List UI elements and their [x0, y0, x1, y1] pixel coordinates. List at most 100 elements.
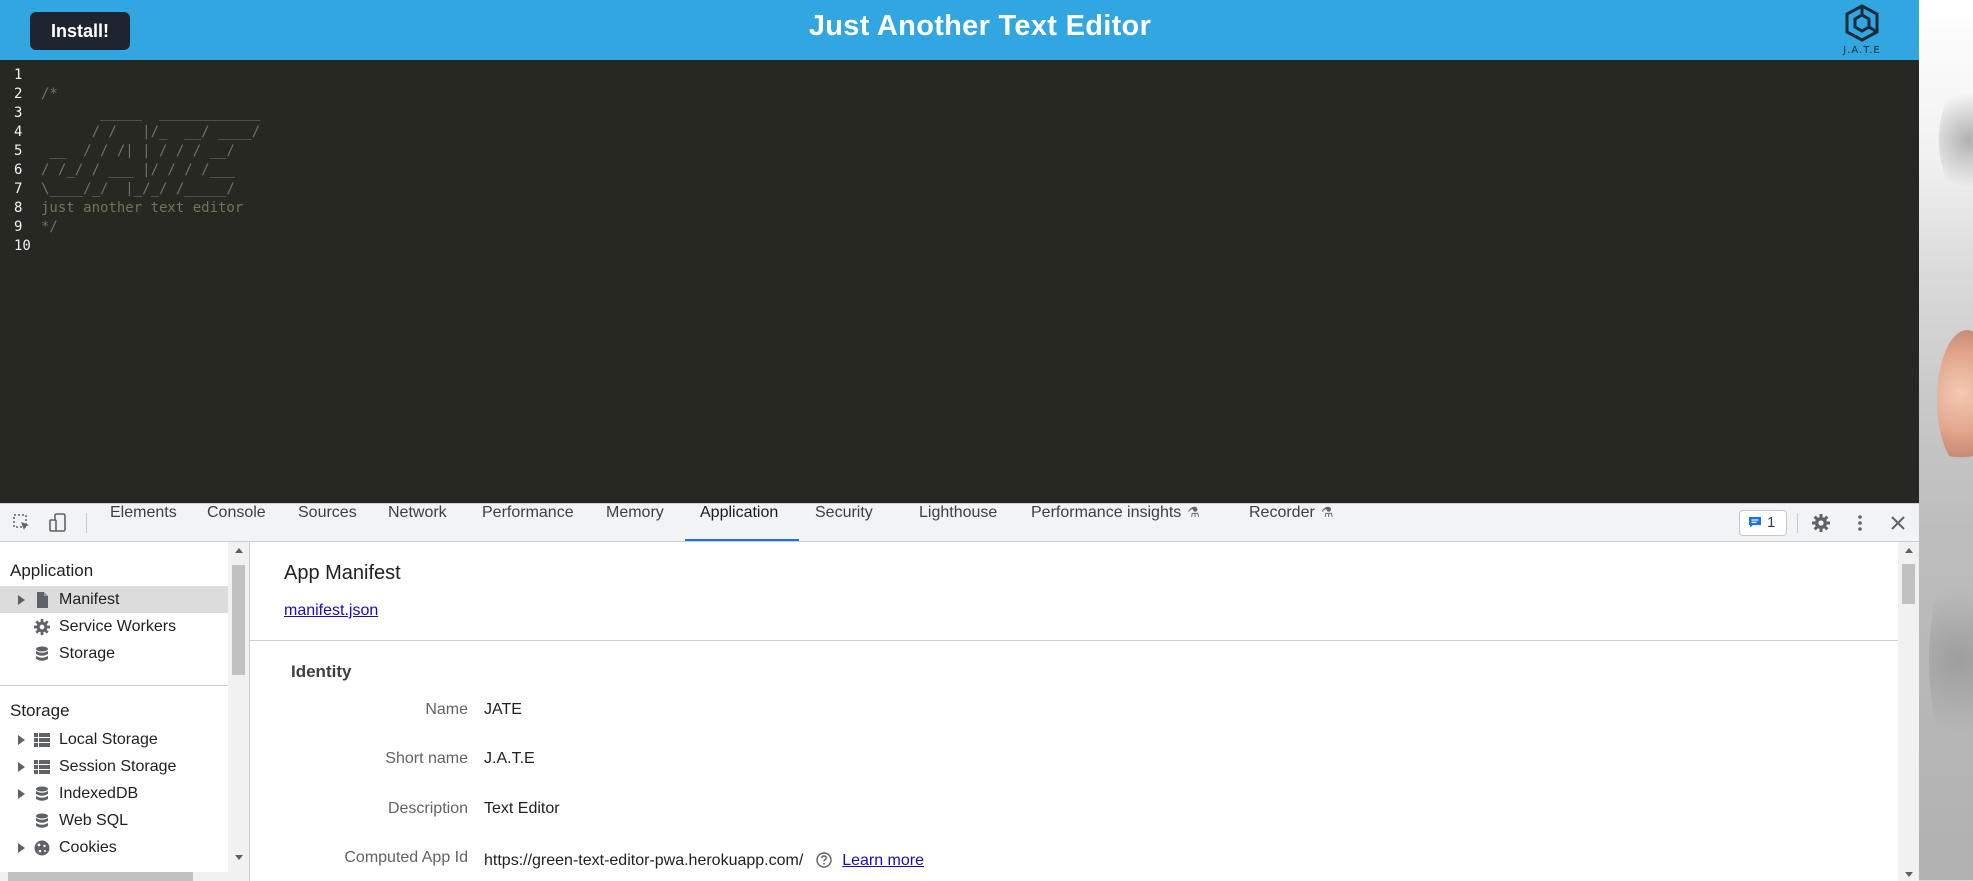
devtools-toolbar: Elements Console Sources Network Perform… — [0, 504, 1919, 542]
database-icon — [33, 785, 51, 803]
gear-icon — [33, 618, 51, 636]
sidebar-item-web-sql[interactable]: Web SQL — [0, 807, 228, 834]
sidebar-item-storage[interactable]: Storage — [0, 640, 228, 667]
line-number: 9 — [14, 219, 23, 235]
logo-text: J.A.T.E — [1843, 45, 1881, 56]
line-code[interactable]: / / |/_ __/ ____/ — [41, 123, 261, 142]
code-line[interactable]: 6 / /_/ / ___ |/ / / /___ — [0, 161, 600, 180]
scrollbar-thumb[interactable] — [232, 565, 245, 675]
tab-memory[interactable]: Memory — [606, 504, 664, 541]
short-name-label: Short name — [385, 750, 468, 767]
name-label: Name — [425, 701, 468, 718]
sidebar-item-label: Local Storage — [59, 731, 158, 748]
toolbar-separator — [86, 513, 87, 533]
tab-application[interactable]: Application — [700, 504, 778, 541]
code-line[interactable]: 2 /* — [0, 85, 600, 104]
line-number: 10 — [14, 238, 31, 254]
sidebar-header-storage: Storage — [10, 701, 70, 720]
app-title: Just Another Text Editor — [808, 10, 1152, 42]
sidebar-item-label: IndexedDB — [59, 785, 139, 802]
device-toolbar-icon[interactable] — [48, 513, 68, 533]
sidebar-item-cookies[interactable]: Cookies — [0, 834, 228, 861]
line-number: 7 — [14, 181, 23, 197]
sidebar-item-label: Service Workers — [59, 618, 177, 635]
line-code[interactable]: _____ ____________ — [41, 104, 260, 123]
scroll-up-arrow[interactable] — [235, 548, 243, 553]
tab-recorder[interactable]: Recorder ⚗ — [1249, 504, 1333, 541]
code-line[interactable]: 7 \____/_/ |_/_/ /_____/ — [0, 180, 600, 199]
tab-performance[interactable]: Performance — [482, 504, 574, 541]
app-header: Install! Just Another Text Editor J.A.T.… — [0, 0, 1919, 60]
sidebar-item-manifest[interactable]: Manifest — [0, 586, 228, 613]
code-line[interactable]: 5 __ / / /| | / / / __/ — [0, 142, 600, 161]
line-number: 4 — [14, 124, 23, 140]
scroll-up-arrow[interactable] — [1905, 548, 1913, 553]
more-options-icon[interactable] — [1850, 513, 1870, 533]
tab-network[interactable]: Network — [388, 504, 447, 541]
background-photo — [1919, 0, 1973, 880]
sidebar-scrollbar[interactable] — [228, 542, 249, 881]
tab-sources[interactable]: Sources — [298, 504, 357, 541]
sidebar-item-indexeddb[interactable]: IndexedDB — [0, 780, 228, 807]
scroll-down-arrow[interactable] — [235, 855, 243, 860]
code-line[interactable]: 1 — [0, 66, 600, 85]
settings-gear-icon[interactable] — [1811, 513, 1831, 533]
line-number: 6 — [14, 162, 23, 178]
photo-ear — [1937, 330, 1973, 470]
scroll-down-arrow[interactable] — [1905, 872, 1913, 877]
line-number: 2 — [14, 86, 23, 102]
inspect-element-icon[interactable] — [12, 513, 32, 533]
sidebar-item-service-workers[interactable]: Service Workers — [0, 613, 228, 640]
photo-shade — [1939, 80, 1973, 200]
line-code[interactable]: / /_/ / ___ |/ / / /___ — [41, 161, 235, 180]
code-line[interactable]: 4 / / |/_ __/ ____/ — [0, 123, 600, 142]
sidebar-item-local-storage[interactable]: Local Storage — [0, 726, 228, 753]
table-icon — [33, 731, 51, 749]
issues-count: 1 — [1767, 514, 1776, 531]
issues-button[interactable]: 1 — [1739, 510, 1787, 536]
line-code[interactable]: */ — [41, 218, 58, 237]
file-icon — [33, 591, 51, 609]
line-number: 5 — [14, 143, 23, 159]
sidebar-item-label: Manifest — [59, 591, 120, 608]
tab-lighthouse[interactable]: Lighthouse — [919, 504, 997, 541]
tab-performance-insights[interactable]: Performance insights ⚗ — [1031, 504, 1200, 541]
photo-shade — [1929, 560, 1973, 760]
computed-app-id-row: https://green-text-editor-pwa.herokuapp.… — [484, 849, 924, 870]
tab-console[interactable]: Console — [207, 504, 266, 541]
flask-icon: ⚗ — [1320, 504, 1334, 520]
help-icon[interactable] — [816, 852, 832, 868]
main-scrollbar[interactable] — [1898, 542, 1919, 881]
code-line[interactable]: 10 — [0, 237, 600, 256]
expand-arrow-icon[interactable] — [18, 595, 25, 605]
line-code[interactable]: just another text editor — [41, 199, 243, 218]
expand-arrow-icon[interactable] — [18, 843, 25, 853]
code-editor[interactable]: 1 2 /* 3 _____ ____________ 4 / / |/_ __/… — [0, 60, 1919, 503]
database-icon — [33, 812, 51, 830]
expand-arrow-icon[interactable] — [18, 789, 25, 799]
code-line[interactable]: 8 just another text editor — [0, 199, 600, 218]
learn-more-link[interactable]: Learn more — [842, 852, 924, 869]
line-number: 1 — [14, 67, 23, 83]
sidebar-divider — [0, 685, 228, 686]
line-code[interactable]: /* — [41, 85, 58, 104]
line-number: 3 — [14, 105, 23, 121]
tab-label: Recorder — [1249, 504, 1315, 521]
code-line[interactable]: 9 */ — [0, 218, 600, 237]
line-number: 8 — [14, 200, 23, 216]
application-sidebar: Application Manifest Service Workers Sto… — [0, 542, 250, 881]
tab-security[interactable]: Security — [815, 504, 873, 541]
manifest-json-link[interactable]: manifest.json — [284, 602, 378, 620]
sidebar-item-label: Web SQL — [59, 812, 129, 829]
description-value: Text Editor — [484, 800, 560, 817]
toolbar-separator — [1797, 513, 1798, 533]
expand-arrow-icon[interactable] — [18, 762, 25, 772]
sidebar-item-session-storage[interactable]: Session Storage — [0, 753, 228, 780]
close-icon[interactable] — [1888, 513, 1908, 533]
tab-elements[interactable]: Elements — [110, 504, 177, 541]
scrollbar-thumb[interactable] — [1902, 564, 1915, 604]
code-line[interactable]: 3 _____ ____________ — [0, 104, 600, 123]
line-code[interactable]: __ / / /| | / / / __/ — [41, 142, 234, 161]
line-code[interactable]: \____/_/ |_/_/ /_____/ — [41, 180, 235, 199]
expand-arrow-icon[interactable] — [18, 735, 25, 745]
